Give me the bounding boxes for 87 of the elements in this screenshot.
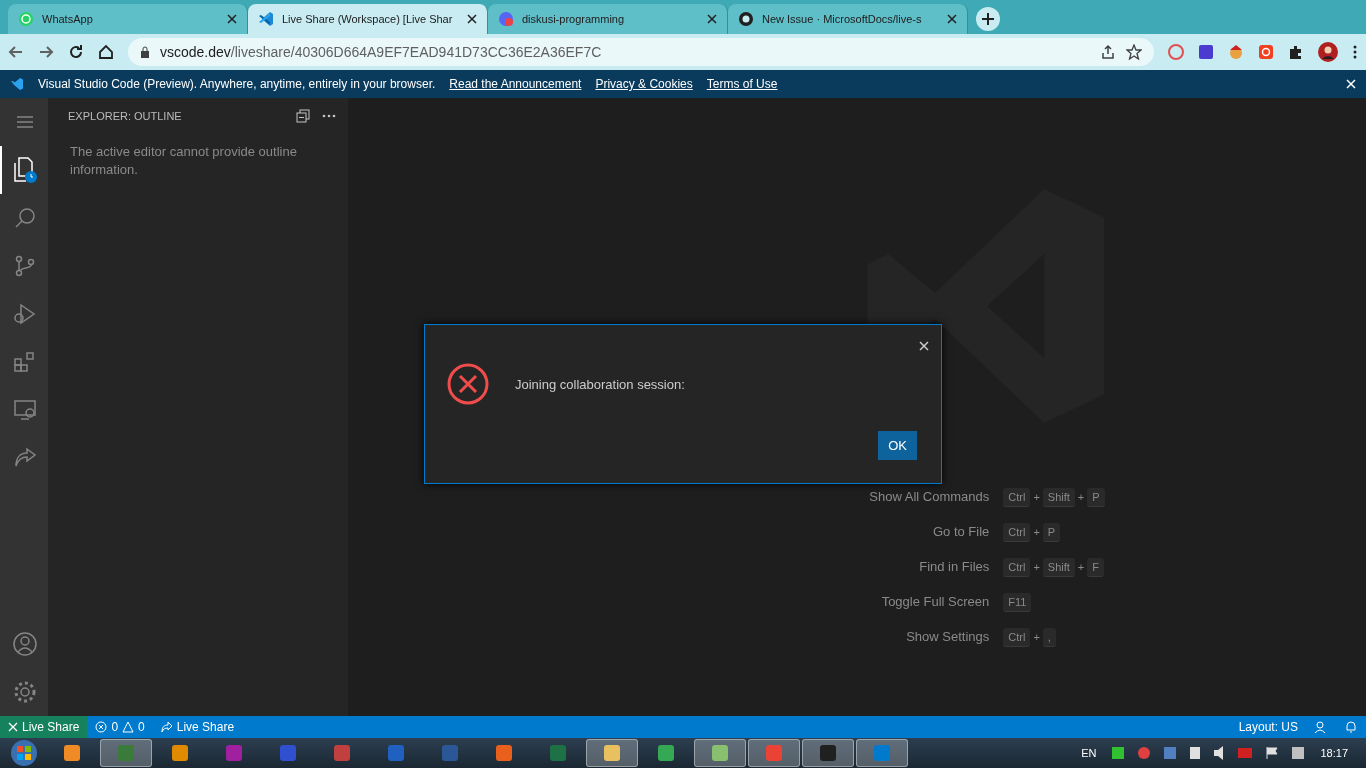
warning-icon: [122, 721, 135, 733]
new-tab-button[interactable]: [976, 7, 1000, 31]
key-cap: F11: [1003, 592, 1032, 612]
banner-link[interactable]: Read the Announcement: [449, 77, 582, 91]
panel-title: EXPLORER: OUTLINE: [68, 109, 183, 122]
bell-icon[interactable]: [1344, 720, 1358, 734]
shortcut-label: Show Settings: [905, 628, 990, 646]
address-bar[interactable]: vscode.dev/liveshare/40306D664A9EF7EAD941D73CC36E2A36EF7C: [128, 38, 1154, 66]
close-icon[interactable]: [467, 14, 477, 24]
ok-button[interactable]: OK: [878, 431, 917, 460]
plus-sign: +: [1077, 491, 1085, 503]
plus-icon: [981, 12, 995, 26]
close-icon[interactable]: [227, 14, 237, 24]
flag-icon[interactable]: [1266, 747, 1279, 759]
taskbar-app[interactable]: [802, 739, 854, 767]
browser-tab[interactable]: WhatsApp: [8, 4, 248, 34]
key-cap: Ctrl: [1003, 487, 1031, 507]
remote-indicator[interactable]: Live Share: [0, 716, 88, 738]
files-icon[interactable]: [12, 156, 38, 184]
blocks-icon[interactable]: [13, 350, 37, 374]
tray-app-icon[interactable]: [1164, 747, 1177, 759]
reload-icon[interactable]: [68, 44, 84, 60]
plus-sign: +: [1033, 526, 1040, 538]
tray-app-icon[interactable]: [1138, 747, 1151, 759]
play-icon[interactable]: [13, 302, 37, 326]
remote-icon: [8, 722, 18, 732]
key-cap: P: [1087, 487, 1105, 507]
key-cap: Ctrl: [1003, 522, 1031, 542]
language-indicator[interactable]: EN: [1067, 747, 1111, 759]
banner-text: Visual Studio Code (Preview). Anywhere, anytime, entirely in your browser.: [38, 77, 436, 91]
browser-tab[interactable]: Live Share (Workspace) [Live Shar: [248, 4, 488, 34]
search-icon[interactable]: [13, 206, 37, 230]
banner-link[interactable]: Terms of Use: [706, 77, 778, 91]
live-share-item[interactable]: Live Share: [152, 716, 243, 738]
plus-sign: +: [1033, 631, 1040, 643]
dialog-message: Joining collaboration session:: [515, 376, 685, 392]
key-cap: ,: [1042, 627, 1056, 647]
taskbar-app[interactable]: [586, 739, 638, 767]
problems-indicator[interactable]: 0 0: [87, 716, 153, 738]
code-icon: [10, 77, 24, 91]
extension-icon[interactable]: [1258, 44, 1274, 60]
monitor-icon[interactable]: [13, 398, 37, 422]
volume-icon[interactable]: [1214, 746, 1225, 760]
feedback-icon[interactable]: [1314, 720, 1328, 734]
forward-icon[interactable]: [38, 44, 54, 60]
plus-sign: +: [1033, 491, 1040, 503]
shortcut-label: Show All Commands: [869, 488, 990, 506]
more-icon[interactable]: [322, 113, 336, 118]
account-icon[interactable]: [12, 631, 38, 657]
taskbar-app[interactable]: [694, 739, 746, 767]
error-icon: [447, 363, 489, 405]
lock-icon[interactable]: [140, 46, 150, 58]
home-icon[interactable]: [98, 44, 114, 60]
share-icon: [160, 721, 173, 733]
avatar-icon[interactable]: [1318, 42, 1338, 62]
key-cap: Ctrl: [1003, 627, 1031, 647]
banner-link[interactable]: Privacy & Cookies: [595, 77, 693, 91]
plus-sign: +: [1077, 561, 1085, 573]
key-cap: Shift: [1042, 557, 1075, 577]
clock: 18:17: [1319, 747, 1349, 759]
shortcut-label: Go to File: [931, 523, 990, 541]
key-cap: F: [1087, 557, 1105, 577]
share-icon[interactable]: [1100, 44, 1116, 60]
shortcut-label: Find in Files: [918, 558, 990, 576]
error-icon: [95, 721, 108, 733]
shortcut-label: Toggle Full Screen: [880, 593, 990, 611]
browser-tab[interactable]: New Issue · MicrosoftDocs/live-s: [728, 4, 968, 34]
key-cap: Ctrl: [1003, 557, 1031, 577]
plus-sign: +: [1033, 561, 1040, 573]
close-icon[interactable]: [947, 14, 957, 24]
layout-item[interactable]: Layout: US: [1230, 716, 1306, 738]
extension-icon[interactable]: [1228, 44, 1244, 60]
outline-message: The active editor cannot provide outline information.: [70, 143, 298, 179]
settings-icon[interactable]: [12, 679, 38, 705]
key-cap: Shift: [1042, 487, 1075, 507]
extension-icon[interactable]: [1198, 44, 1214, 60]
puzzle-icon[interactable]: [1288, 44, 1304, 60]
back-icon[interactable]: [8, 44, 24, 60]
close-icon[interactable]: [707, 14, 717, 24]
star-icon[interactable]: [1126, 44, 1142, 60]
code-icon: [258, 11, 274, 27]
extension-icon[interactable]: [1168, 44, 1184, 60]
collapse-all-icon[interactable]: [296, 108, 310, 123]
menu-icon[interactable]: [1352, 44, 1358, 60]
branch-icon[interactable]: [13, 254, 37, 278]
key-cap: P: [1042, 522, 1061, 542]
browser-tab[interactable]: diskusi-programming: [488, 4, 728, 34]
